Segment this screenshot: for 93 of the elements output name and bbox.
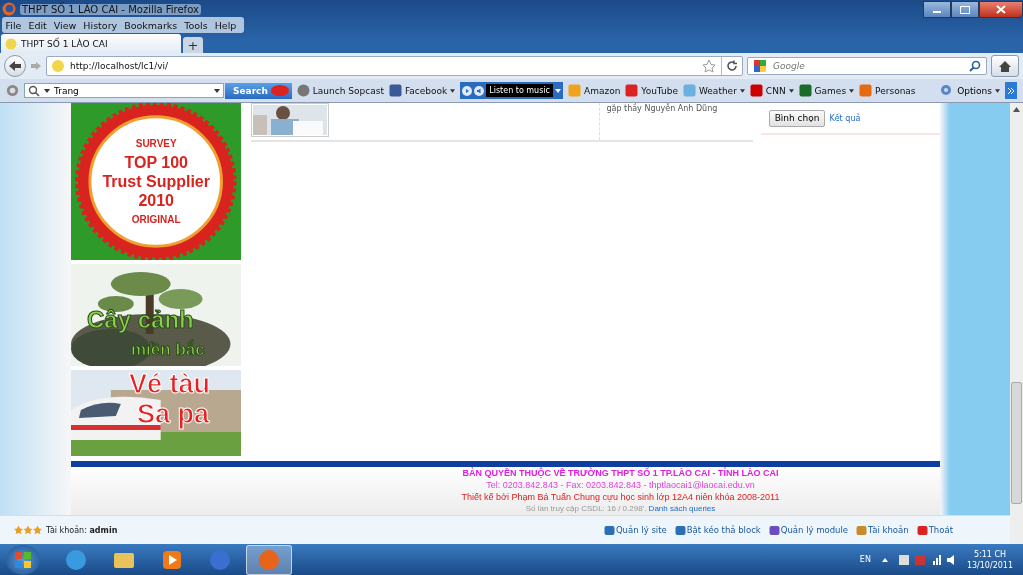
search-field[interactable]: Google xyxy=(747,57,987,75)
query-stats: Số lần truy cập CSDL: 16 / 0.298'. xyxy=(525,504,647,513)
contact-text: Tel: 0203.842.843 - Fax: 0203.842.843 - thptlaocai1@laocai.edu.vn xyxy=(486,479,755,491)
designer-credit: Thiết kế bởi Phạm Bá Tuấn Chung cựu học sinh lớp 12A4 niên khóa 2008-2011 xyxy=(461,491,780,503)
tray-icons[interactable] xyxy=(880,552,957,567)
caret-icon[interactable] xyxy=(44,88,50,93)
admin-link[interactable]: Bật kéo thả block xyxy=(674,524,761,536)
app-icon xyxy=(798,84,812,97)
admin-link[interactable]: Thoát xyxy=(916,524,953,536)
home-icon xyxy=(998,59,1012,73)
app-icon xyxy=(567,84,581,97)
browser-tab[interactable]: THPT SỐ 1 LÀO CAI xyxy=(1,34,181,53)
start-button[interactable] xyxy=(6,544,40,575)
options-button[interactable]: Options xyxy=(940,84,1000,97)
music-player[interactable]: Listen to music xyxy=(460,82,563,99)
badge-text: ORIGINAL xyxy=(131,214,181,225)
badge-text: Trust Supplier xyxy=(102,172,210,191)
caret-icon[interactable] xyxy=(214,88,220,93)
close-button[interactable] xyxy=(979,1,1023,18)
back-arrow-icon xyxy=(8,60,22,72)
globe-icon[interactable] xyxy=(6,84,19,97)
back-button[interactable] xyxy=(4,55,26,77)
volume-icon[interactable] xyxy=(474,85,485,96)
address-field[interactable]: http://localhost/lc1/vi/ xyxy=(46,56,743,76)
search-icon[interactable] xyxy=(969,60,981,72)
chevron-icon xyxy=(1007,86,1015,95)
home-button[interactable] xyxy=(991,55,1019,77)
badge-text: TOP 100 xyxy=(124,153,188,172)
app-icon xyxy=(388,84,402,97)
toolbar-button[interactable]: CNN xyxy=(749,84,794,97)
link-icon xyxy=(603,524,615,536)
toolbar-search-field[interactable]: Trang xyxy=(24,83,224,98)
bookmark-star-icon[interactable] xyxy=(702,59,716,73)
search-button[interactable]: Search xyxy=(225,82,292,99)
menu-item[interactable]: Help xyxy=(211,19,240,31)
favicon-icon xyxy=(5,37,17,50)
caret-icon xyxy=(995,88,1000,93)
scroll-thumb[interactable] xyxy=(1011,382,1022,504)
menu-item[interactable]: Bookmarks xyxy=(120,19,181,31)
favicon-icon xyxy=(51,59,65,73)
account-text: Tài khoản: admin xyxy=(46,525,118,535)
admin-link[interactable]: Tài khoản xyxy=(856,524,909,536)
banner-text: Sa pa xyxy=(137,400,210,428)
results-link[interactable]: Kết quả xyxy=(829,113,861,123)
toolbar-button[interactable]: Games xyxy=(798,84,855,97)
link-icon xyxy=(916,524,928,536)
menu-item[interactable]: File xyxy=(2,19,25,31)
menu-item[interactable]: Edit xyxy=(24,19,51,31)
menu-item[interactable]: View xyxy=(50,19,80,31)
admin-link[interactable]: Quản lý site xyxy=(603,524,667,536)
admin-link[interactable]: Quản lý module xyxy=(768,524,849,536)
close-icon xyxy=(996,5,1006,14)
app-icon xyxy=(625,84,639,97)
menu-item[interactable]: History xyxy=(79,19,121,31)
link-icon xyxy=(856,524,868,536)
vote-button[interactable]: Bình chọn xyxy=(768,109,826,127)
language-indicator[interactable]: EN xyxy=(859,555,871,564)
menu-item[interactable]: Tools xyxy=(180,19,212,31)
scrollbar[interactable] xyxy=(1010,103,1023,544)
app-icon xyxy=(749,84,763,97)
play-icon[interactable] xyxy=(462,85,473,96)
toolbar-button[interactable]: Weather xyxy=(682,84,745,97)
clock[interactable]: 5:11 CH 13/10/2011 xyxy=(966,548,1013,571)
toolbar-button[interactable]: Personas xyxy=(859,84,916,97)
scroll-up-icon[interactable] xyxy=(1013,107,1020,112)
reload-icon[interactable] xyxy=(726,60,738,72)
article-snippet: gặp thầy Nguyễn Anh Dũng xyxy=(606,104,718,113)
toolbar-button[interactable]: Facebook xyxy=(388,84,456,97)
overflow-button[interactable] xyxy=(1005,82,1017,99)
minimize-button[interactable] xyxy=(923,1,951,18)
app-icon xyxy=(859,84,873,97)
toolbar-button[interactable]: YouTube xyxy=(625,84,678,97)
stars-icon xyxy=(14,525,42,535)
app-icon xyxy=(682,84,696,97)
banner-text: miền bắc xyxy=(131,340,205,360)
app-icon xyxy=(208,547,232,572)
window-title: THPT SỐ 1 LÀO CAI - Mozilla Firefox xyxy=(20,3,201,15)
link-icon xyxy=(674,524,686,536)
badge-text: SURVEY xyxy=(135,138,177,149)
copyright-text: BẢN QUYỀN THUỘC VỀ TRƯỜNG THPT SỐ 1 TP.LÀO CAI - TỈNH LÀO CAI xyxy=(462,467,779,479)
firefox-logo-icon xyxy=(2,2,16,16)
link-icon xyxy=(768,524,780,536)
globe-icon xyxy=(296,84,310,97)
toolbar-button[interactable]: Amazon xyxy=(567,84,621,97)
app-icon xyxy=(257,547,281,572)
queries-link[interactable]: Danh sách queries xyxy=(648,504,716,513)
toolbar-button[interactable]: Launch Sopcast xyxy=(296,84,384,97)
search-icon xyxy=(28,84,40,97)
app-icon xyxy=(64,547,88,572)
caret-icon[interactable] xyxy=(554,88,561,93)
new-tab-button[interactable]: + xyxy=(183,37,203,53)
maximize-button[interactable] xyxy=(951,1,979,18)
badge-text: 2010 xyxy=(138,191,174,210)
